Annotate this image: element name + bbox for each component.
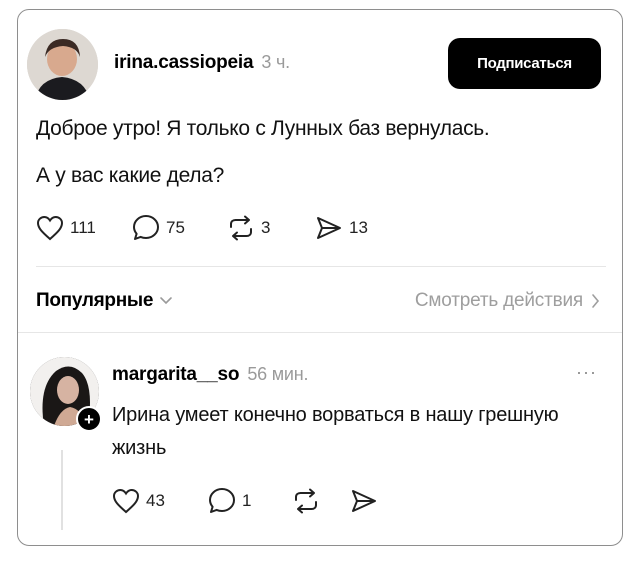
view-actions-label: Смотреть действия (414, 290, 583, 311)
repost-icon (295, 488, 317, 513)
reply-like-count: 43 (146, 490, 165, 510)
repost-count: 3 (261, 217, 271, 237)
share-count: 13 (349, 217, 368, 237)
reply-username[interactable]: margarita__so (112, 364, 240, 386)
reply-meta: margarita__so 56 мин. (112, 364, 309, 386)
post-text-line-2: А у вас какие дела? (36, 164, 225, 187)
share-button[interactable]: 13 (315, 215, 368, 241)
reply-comment-button[interactable]: 1 (208, 487, 292, 514)
repost-icon (230, 215, 252, 240)
chevron-right-icon (592, 294, 600, 308)
view-actions-link[interactable]: Смотреть действия (415, 290, 600, 312)
heart-icon (112, 488, 140, 513)
divider-top (36, 266, 606, 267)
thread-line (61, 450, 63, 530)
reply-text: Ирина умеет конечно ворваться в нашу гре… (112, 404, 559, 459)
reply-like-button[interactable]: 43 (112, 488, 208, 514)
reply-actions: 43 1 (112, 487, 378, 514)
comment-icon (133, 215, 159, 240)
reply-share-button[interactable] (350, 488, 378, 514)
post-time: 3 ч. (261, 52, 290, 72)
post-actions: 111 75 3 13 (36, 214, 368, 241)
chevron-down-icon (160, 297, 172, 305)
sort-label: Популярные (36, 290, 154, 311)
post-text-line-1: Доброе утро! Я только с Лунных баз верну… (36, 117, 490, 140)
reply-comment-count: 1 (242, 490, 252, 510)
more-options-icon[interactable]: ··· (576, 362, 597, 383)
reply-repost-button[interactable] (292, 488, 350, 514)
post-card (17, 9, 623, 546)
subscribe-button[interactable]: Подписаться (448, 38, 601, 89)
like-count: 111 (70, 217, 96, 237)
repost-button[interactable]: 3 (227, 215, 315, 241)
heart-icon (36, 215, 64, 240)
like-button[interactable]: 111 (36, 215, 132, 241)
divider-bottom (18, 332, 622, 333)
comment-count: 75 (166, 217, 185, 237)
author-avatar[interactable] (27, 29, 98, 100)
follow-plus-badge[interactable]: + (76, 406, 102, 432)
comment-icon (209, 488, 235, 513)
comment-button[interactable]: 75 (132, 214, 227, 241)
share-icon (352, 489, 376, 512)
reply-time: 56 мин. (247, 364, 309, 384)
share-icon (317, 216, 341, 239)
author-username[interactable]: irina.cassiopeia (114, 52, 254, 74)
author-meta: irina.cassiopeia 3 ч. (114, 52, 290, 74)
sort-dropdown[interactable]: Популярные (36, 290, 173, 312)
